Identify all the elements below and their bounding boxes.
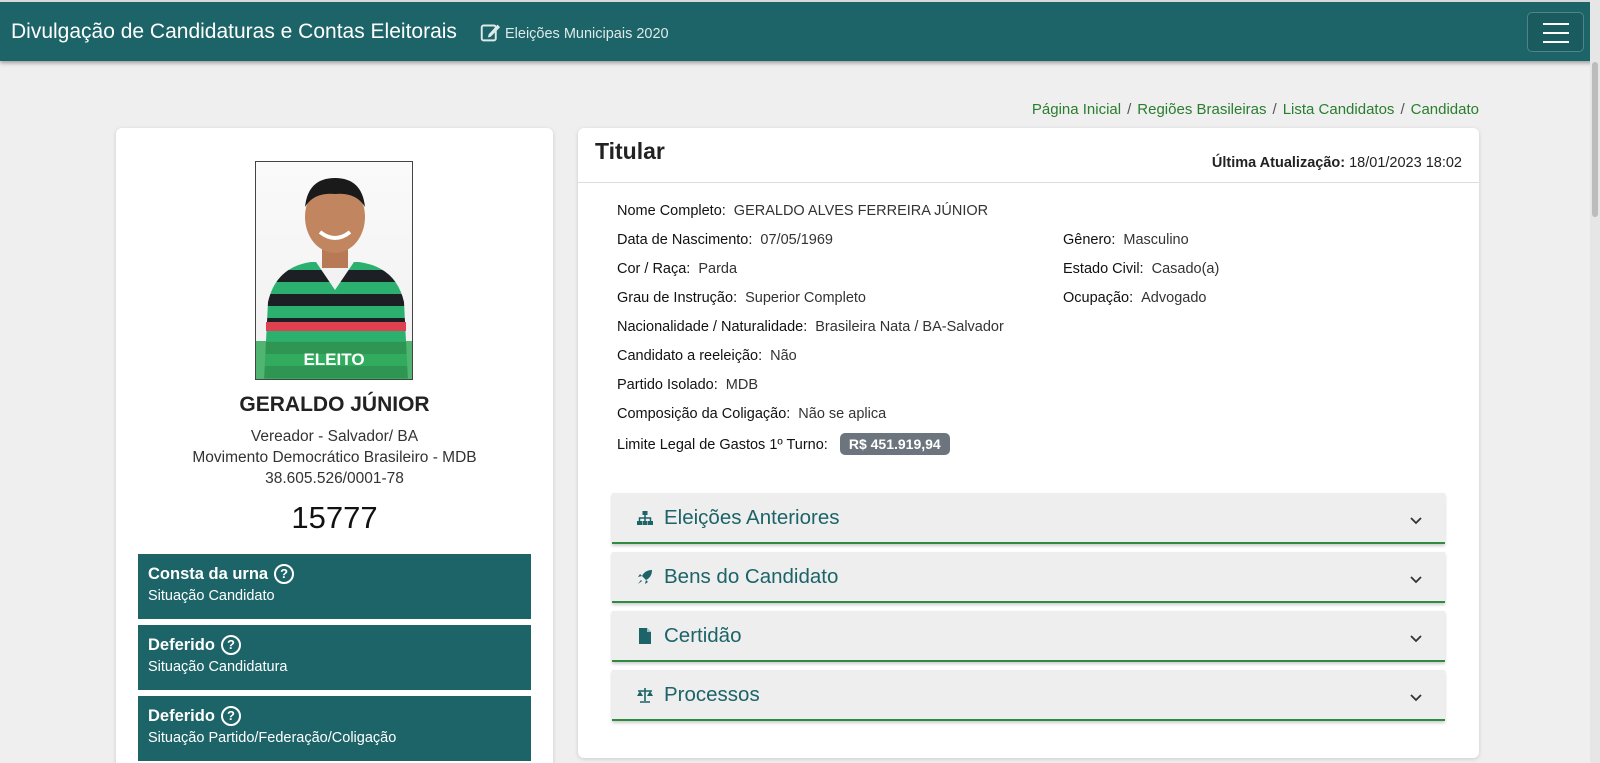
field-occupation: Ocupação: Advogado (1063, 290, 1206, 306)
field-label: Ocupação: (1063, 290, 1134, 306)
chevron-down-icon (1410, 576, 1422, 584)
field-label: Partido Isolado: (617, 377, 718, 393)
status-subtitle: Situação Candidatura (148, 659, 288, 675)
candidate-party: Movimento Democrático Brasileiro - MDB (192, 449, 477, 466)
candidate-card: ELEITO GERALDO JÚNIOR Vereador - Salvado… (116, 128, 553, 763)
status-subtitle: Situação Partido/Federação/Coligação (148, 730, 397, 746)
help-icon[interactable]: ? (274, 564, 295, 584)
accordion-label: Eleições Anteriores (664, 506, 840, 529)
document-icon (639, 628, 651, 644)
field-race: Cor / Raça: Parda (617, 261, 737, 277)
last-updated-label: Última Atualização: (1211, 155, 1346, 171)
hamburger-icon (1543, 23, 1569, 25)
candidate-number: 15777 (291, 500, 378, 535)
chevron-down-icon (1410, 694, 1422, 702)
candidate-photo: ELEITO (255, 161, 413, 380)
field-education: Grau de Instrução: Superior Completo (617, 290, 866, 306)
field-nationality: Nacionalidade / Naturalidade: Brasileira … (617, 319, 1004, 335)
breadcrumb-home[interactable]: Página Inicial (1032, 101, 1121, 118)
field-label: Composição da Coligação: (617, 406, 791, 422)
field-value: 07/05/1969 (760, 232, 833, 248)
accordion-certificate[interactable]: Certidão (612, 611, 1445, 662)
status-subtitle: Situação Candidato (148, 588, 275, 604)
field-label: Grau de Instrução: (617, 290, 738, 306)
field-value: Não (770, 348, 797, 364)
field-value: Brasileira Nata / BA-Salvador (815, 319, 1004, 335)
candidate-name: GERALDO JÚNIOR (239, 393, 430, 416)
election-name: Eleições Municipais 2020 (505, 26, 669, 42)
elected-badge: ELEITO (256, 341, 412, 379)
field-value: Parda (698, 261, 738, 277)
menu-toggle-button[interactable] (1527, 12, 1584, 52)
balance-scale-icon (637, 688, 653, 703)
field-value: Não se aplica (798, 406, 887, 422)
field-value: Superior Completo (745, 290, 866, 306)
field-marital-status: Estado Civil: Casado(a) (1063, 261, 1219, 277)
hamburger-icon (1543, 32, 1569, 34)
field-label: Gênero: (1063, 232, 1116, 248)
accordion-label: Processos (664, 683, 760, 706)
field-gender: Gênero: Masculino (1063, 232, 1189, 248)
edit-icon (480, 24, 501, 42)
field-value: Casado(a) (1151, 261, 1220, 277)
field-label: Nome Completo: (617, 203, 726, 219)
field-label: Data de Nascimento: (617, 232, 753, 248)
candidate-cnpj: 38.605.526/0001-78 (265, 470, 404, 487)
status-box-party[interactable]: Deferido? Situação Partido/Federação/Col… (138, 696, 531, 761)
accordion-label: Bens do Candidato (664, 565, 839, 588)
chevron-down-icon (1410, 517, 1422, 525)
field-value: GERALDO ALVES FERREIRA JÚNIOR (733, 203, 989, 219)
field-label: Nacionalidade / Naturalidade: (617, 319, 808, 335)
field-label: Limite Legal de Gastos 1º Turno: (617, 437, 828, 453)
last-updated-value: 18/01/2023 18:02 (1349, 155, 1462, 171)
top-navbar: Divulgação de Candidaturas e Contas Elei… (0, 0, 1600, 61)
candidate-office: Vereador - Salvador/ BA (250, 428, 419, 445)
accordion-previous-elections[interactable]: Eleições Anteriores (612, 493, 1445, 544)
sitemap-icon (637, 511, 653, 525)
app-title[interactable]: Divulgação de Candidaturas e Contas Elei… (11, 20, 457, 44)
field-reelection: Candidato a reeleição: Não (617, 348, 797, 364)
breadcrumb-candidate[interactable]: Candidato (1411, 101, 1479, 118)
field-birth-date: Data de Nascimento: 07/05/1969 (617, 232, 833, 248)
field-coalition: Composição da Coligação: Não se aplica (617, 406, 886, 422)
status-title: Deferido (148, 706, 215, 725)
field-full-name: Nome Completo: GERALDO ALVES FERREIRA JÚN… (617, 203, 988, 219)
field-label: Estado Civil: (1063, 261, 1144, 277)
breadcrumb: Página Inicial / Regiões Brasileiras / Lista… (1031, 101, 1479, 118)
status-title: Deferido (148, 635, 215, 654)
spending-limit-badge: R$ 451.919,94 (839, 433, 950, 455)
accordion-lawsuits[interactable]: Processos (612, 670, 1445, 721)
details-card-header: Titular Última Atualização: 18/01/2023 1… (578, 128, 1479, 183)
field-label: Candidato a reeleição: (617, 348, 763, 364)
details-card: Titular Última Atualização: 18/01/2023 1… (578, 128, 1479, 758)
field-value: Masculino (1123, 232, 1189, 248)
help-icon[interactable]: ? (220, 706, 241, 726)
field-party-single: Partido Isolado: MDB (617, 377, 758, 393)
status-title: Consta da urna (148, 564, 269, 583)
page-scrollbar[interactable] (1590, 0, 1600, 763)
accordion-candidate-assets[interactable]: Bens do Candidato (612, 552, 1445, 603)
scrollbar-thumb[interactable] (1592, 62, 1598, 217)
hamburger-icon (1543, 41, 1569, 43)
help-icon[interactable]: ? (220, 635, 241, 655)
last-updated: Última Atualização: 18/01/2023 18:02 (1212, 155, 1462, 171)
field-spending-limit: Limite Legal de Gastos 1º Turno: R$ 451.9… (617, 433, 950, 455)
field-label: Cor / Raça: (617, 261, 691, 277)
field-value: Advogado (1141, 290, 1207, 306)
card-title: Titular (595, 138, 665, 164)
rocket-icon (638, 570, 652, 584)
accordion-label: Certidão (664, 624, 742, 647)
status-box-candidate[interactable]: Consta da urna? Situação Candidato (138, 554, 531, 619)
field-value: MDB (725, 377, 758, 393)
breadcrumb-candidate-list[interactable]: Lista Candidatos (1283, 101, 1395, 118)
breadcrumb-regions[interactable]: Regiões Brasileiras (1137, 101, 1266, 118)
chevron-down-icon (1410, 635, 1422, 643)
status-box-candidacy[interactable]: Deferido? Situação Candidatura (138, 625, 531, 690)
